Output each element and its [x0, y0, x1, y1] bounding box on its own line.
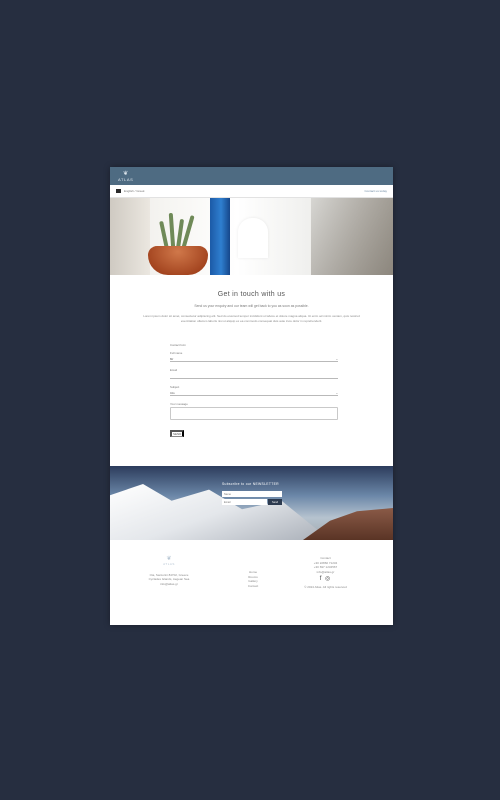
flag-icon: [116, 189, 121, 193]
footer-logo-word: ATLAS: [163, 562, 175, 566]
copyright: © 2024 Atlas. All rights reserved: [304, 584, 347, 589]
contact-form: Contact form Full name Mr ⌄ Email Subjec…: [170, 343, 338, 438]
footer-email[interactable]: info@atlas.gr: [278, 570, 373, 575]
address-line: info@atlas.gr: [160, 581, 178, 586]
logo-word: ATLAS: [118, 176, 134, 182]
email-input[interactable]: [170, 373, 338, 380]
message-label: Your message: [170, 402, 188, 407]
hero-plant-leaf: [168, 212, 176, 250]
newsletter-banner: Subscribe to our NEWSLETTER Send: [110, 466, 393, 540]
email-field[interactable]: Email: [170, 368, 338, 380]
social-icons[interactable]: f ◎: [278, 577, 373, 583]
contact-link[interactable]: Contact us today: [364, 189, 387, 193]
page-title: Get in touch with us: [217, 291, 286, 298]
top-bar: ❦ ATLAS: [110, 167, 393, 185]
page-frame: ❦ ATLAS English / Greek Contact us today…: [110, 167, 393, 625]
name-label: Full name: [170, 351, 183, 356]
subject-select[interactable]: Info ⌄: [170, 390, 338, 397]
message-textarea[interactable]: [170, 407, 338, 421]
hero-image: [110, 198, 393, 275]
newsletter-name-input[interactable]: [222, 491, 282, 497]
hero-arch: [238, 218, 268, 258]
name-field[interactable]: Full name Mr ⌄: [170, 351, 338, 363]
banner-rock: [303, 508, 393, 540]
main-content: Get in touch with us Send us your enquir…: [110, 291, 393, 323]
hero-blue-door: [210, 198, 230, 275]
footer-address: ❦ ATLAS Oia, Santorini 84702, Greece Cyc…: [110, 556, 228, 625]
language-switch[interactable]: English / Greek: [124, 189, 145, 193]
hero-wall: [110, 198, 150, 275]
form-heading: Contact form: [170, 343, 187, 348]
hero-plant-leaf: [159, 220, 169, 250]
email-label: Email: [170, 368, 177, 373]
message-field[interactable]: Your message: [170, 402, 338, 421]
name-value: Mr: [170, 356, 174, 361]
chevron-down-icon: ⌄: [335, 390, 338, 395]
newsletter-send-button[interactable]: Send: [268, 499, 282, 505]
footer-link-contact[interactable]: Contact: [228, 584, 278, 589]
footer-contact: Contact +30 22860 71234 +30 697 1234567 …: [278, 556, 373, 625]
footer-links: Home Rooms Gallery Contact: [228, 556, 278, 625]
submit-button[interactable]: SEND: [170, 430, 185, 438]
banner-mountains: [110, 484, 330, 540]
sub-nav: English / Greek Contact us today: [110, 185, 393, 198]
hero-shadow: [311, 198, 393, 275]
subject-field[interactable]: Subject Info ⌄: [170, 385, 338, 397]
brand-logo[interactable]: ❦ ATLAS: [118, 171, 133, 182]
newsletter-title: Subscribe to our NEWSLETTER: [222, 482, 279, 486]
footer: ❦ ATLAS Oia, Santorini 84702, Greece Cyc…: [110, 540, 393, 625]
intro-text: Lorem ipsum dolor sit amet, consectetur …: [143, 314, 360, 323]
subject-label: Subject: [170, 385, 180, 390]
newsletter-form: Subscribe to our NEWSLETTER Send: [222, 482, 282, 505]
name-input[interactable]: Mr ⌄: [170, 356, 338, 363]
hero-pot: [148, 246, 208, 275]
newsletter-email-input[interactable]: [222, 499, 267, 505]
page-subtitle: Send us your enquiry and our team will g…: [194, 304, 309, 308]
chevron-down-icon: ⌄: [335, 356, 338, 361]
subject-value: Info: [170, 390, 175, 395]
